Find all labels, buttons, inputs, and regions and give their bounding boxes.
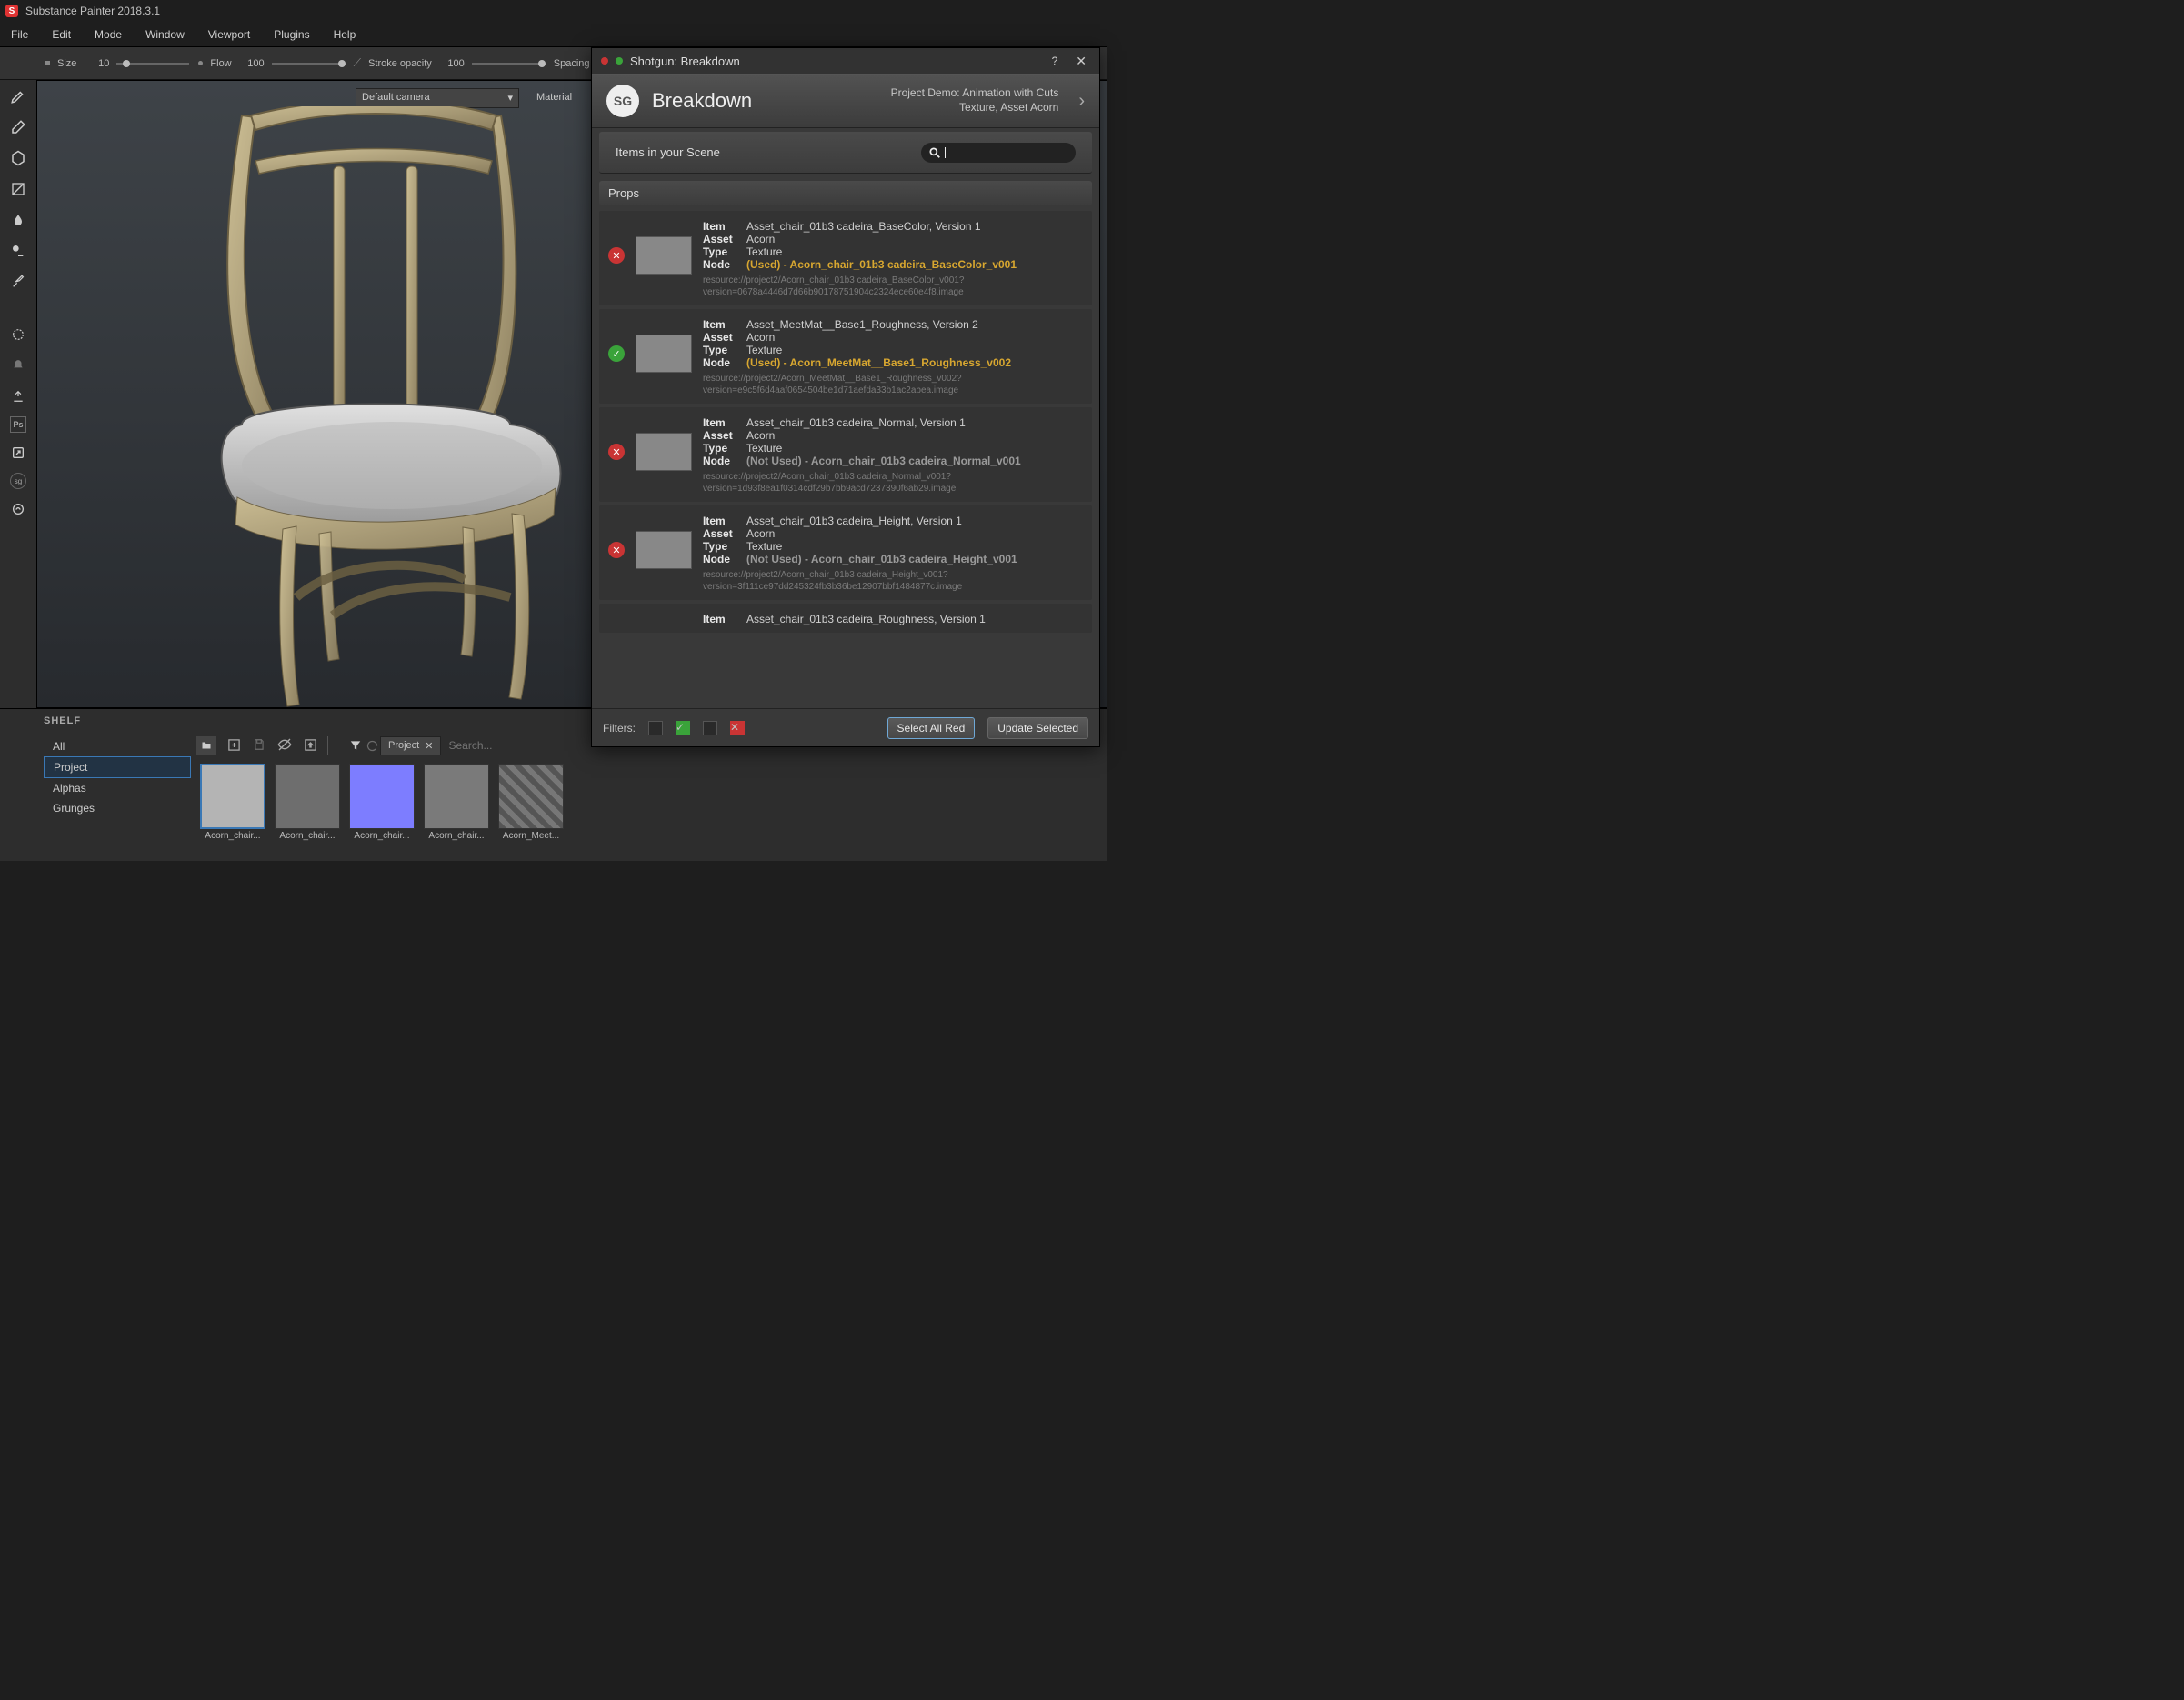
settings-icon[interactable]	[7, 498, 29, 520]
opacity-value: 100	[439, 58, 465, 69]
tool-bar: Ps sg	[0, 80, 36, 708]
search-icon	[928, 146, 941, 159]
size-slider[interactable]	[116, 63, 189, 65]
scene-item[interactable]: ✕ItemAsset_chair_01b3 cadeira_BaseColor,…	[599, 211, 1092, 305]
material-picker-tool-icon[interactable]	[7, 271, 29, 293]
shotgun-breakdown-panel: Shotgun: Breakdown ? ✕ SG Breakdown Proj…	[591, 47, 1100, 747]
photoshop-icon[interactable]: Ps	[10, 416, 26, 433]
app-title: Substance Painter 2018.3.1	[25, 5, 160, 17]
shelf-thumbnail[interactable]: Acorn_chair...	[200, 764, 265, 841]
item-thumbnail	[636, 531, 692, 569]
filter-green-icon: ✓	[676, 721, 690, 735]
size-label: Size	[57, 58, 76, 69]
breadcrumb: Project Demo: Animation with Cuts Textur…	[891, 86, 1059, 115]
item-thumbnail	[636, 236, 692, 275]
polygon-fill-tool-icon[interactable]	[7, 178, 29, 200]
send-to-icon[interactable]	[7, 442, 29, 464]
scene-item[interactable]: ✓ItemAsset_MeetMat__Base1_Roughness, Ver…	[599, 309, 1092, 404]
shelf-folder-icon[interactable]	[196, 736, 216, 755]
filter-green-checkbox[interactable]	[648, 721, 663, 735]
shelf-tab-project[interactable]: Project ✕	[380, 736, 441, 755]
menu-edit[interactable]: Edit	[52, 28, 71, 41]
shotgun-icon[interactable]: sg	[10, 473, 26, 489]
shelf-category-all[interactable]: All	[44, 736, 191, 756]
menu-window[interactable]: Window	[145, 28, 185, 41]
status-outdated-icon: ✕	[608, 542, 625, 558]
section-props: Props	[599, 181, 1092, 205]
shelf-category-alphas[interactable]: Alphas	[44, 778, 191, 798]
shelf-import-icon[interactable]	[302, 736, 318, 753]
item-thumbnail	[636, 433, 692, 471]
eraser-tool-icon[interactable]	[7, 116, 29, 138]
status-outdated-icon: ✕	[608, 247, 625, 264]
shelf-refresh-icon[interactable]	[364, 737, 380, 754]
menu-mode[interactable]: Mode	[95, 28, 122, 41]
update-selected-button[interactable]: Update Selected	[987, 717, 1088, 739]
scene-item[interactable]: ItemAsset_chair_01b3 cadeira_Roughness, …	[599, 604, 1092, 633]
shotgun-logo-icon: SG	[606, 85, 639, 117]
shelf-thumbnail[interactable]: Acorn_chair...	[349, 764, 415, 841]
status-dot-red-icon	[601, 57, 608, 65]
opacity-slider[interactable]	[472, 63, 545, 65]
menu-bar: File Edit Mode Window Viewport Plugins H…	[0, 22, 1107, 47]
tab-close-icon[interactable]: ✕	[425, 740, 433, 752]
status-dot-green-icon	[616, 57, 623, 65]
help-icon[interactable]: ?	[1045, 55, 1066, 67]
menu-viewport[interactable]: Viewport	[208, 28, 250, 41]
flow-value: 100	[239, 58, 265, 69]
viewport-model	[165, 106, 592, 725]
scene-items-list[interactable]: Props ✕ItemAsset_chair_01b3 cadeira_Base…	[592, 174, 1096, 708]
filter-red-checkbox[interactable]	[703, 721, 717, 735]
scene-item[interactable]: ✕ItemAsset_chair_01b3 cadeira_Normal, Ve…	[599, 407, 1092, 502]
brush-tool-icon[interactable]	[7, 85, 29, 107]
size-value: 10	[84, 58, 109, 69]
status-outdated-icon: ✕	[608, 444, 625, 460]
filters-label: Filters:	[603, 722, 636, 735]
panel-window-title: Shotgun: Breakdown	[630, 55, 1037, 68]
select-all-red-button[interactable]: Select All Red	[887, 717, 976, 739]
title-bar: S Substance Painter 2018.3.1	[0, 0, 1107, 22]
flow-slider[interactable]	[272, 63, 345, 65]
status-ok-icon: ✓	[608, 345, 625, 362]
shelf-category-project[interactable]: Project	[44, 756, 191, 778]
scene-item[interactable]: ✕ItemAsset_chair_01b3 cadeira_Height, Ve…	[599, 505, 1092, 600]
chevron-right-icon[interactable]: ›	[1071, 91, 1085, 112]
panel-title: Breakdown	[652, 89, 878, 113]
shelf-thumbnail[interactable]: Acorn_chair...	[275, 764, 340, 841]
clone-tool-icon[interactable]	[7, 240, 29, 262]
shelf-thumbnail[interactable]: Acorn_chair...	[424, 764, 489, 841]
substance-share-icon[interactable]	[7, 385, 29, 407]
shelf-visibility-icon[interactable]	[276, 736, 293, 753]
item-thumbnail	[636, 335, 692, 373]
shelf-thumbnail[interactable]: Acorn_Meet...	[498, 764, 564, 841]
shelf-save-icon[interactable]	[251, 736, 267, 753]
shelf-thumbnails: Acorn_chair...Acorn_chair...Acorn_chair.…	[191, 758, 1107, 846]
panel-title-bar[interactable]: Shotgun: Breakdown ? ✕	[592, 48, 1099, 74]
flow-label: Flow	[210, 58, 231, 69]
menu-plugins[interactable]: Plugins	[274, 28, 309, 41]
spacing-label: Spacing	[554, 58, 590, 69]
menu-file[interactable]: File	[11, 28, 28, 41]
notification-icon[interactable]	[7, 355, 29, 376]
shelf-category-grunges[interactable]: Grunges	[44, 798, 191, 818]
shelf-categories: AllProjectAlphasGrunges	[44, 733, 191, 861]
menu-help[interactable]: Help	[334, 28, 356, 41]
shelf-filter-icon[interactable]	[347, 737, 364, 754]
iray-icon[interactable]	[7, 324, 29, 345]
scene-items-label: Items in your Scene	[616, 145, 903, 159]
shelf-new-icon[interactable]	[225, 736, 242, 753]
filter-red-icon: ✕	[730, 721, 745, 735]
app-logo-icon: S	[5, 5, 18, 17]
close-icon[interactable]: ✕	[1072, 54, 1090, 69]
projection-tool-icon[interactable]	[7, 147, 29, 169]
search-input[interactable]	[921, 143, 1076, 163]
smudge-tool-icon[interactable]	[7, 209, 29, 231]
camera-select[interactable]: Default camera ▾	[356, 88, 519, 108]
material-label: Material	[533, 88, 576, 106]
opacity-label: Stroke opacity	[368, 58, 432, 69]
